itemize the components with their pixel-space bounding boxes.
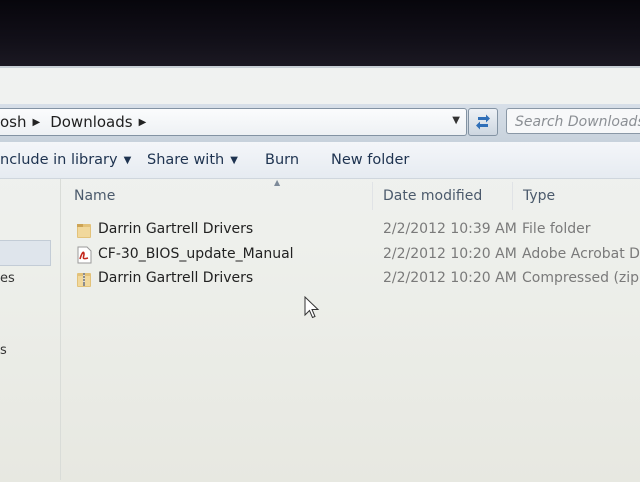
file-type: Adobe Acrobat D... [522,246,640,262]
breadcrumb-downloads-label: Downloads [50,113,133,131]
include-in-library-button[interactable]: nclude in library ▼ [0,152,131,168]
nav-item-selected[interactable] [0,240,51,266]
breadcrumb-downloads[interactable]: Downloads ▶ [50,113,156,131]
navigation-pane: es s [0,179,61,480]
refresh-button[interactable] [468,108,498,136]
share-with-button[interactable]: Share with ▼ [147,152,238,168]
mouse-pointer-icon [304,296,320,319]
file-type: Compressed (zipp... [522,270,640,286]
file-row[interactable]: Darrin Gartrell Drivers 2/2/2012 10:20 A… [60,268,640,292]
address-bar[interactable]: osh ▶ Downloads ▶ ▼ [0,108,467,136]
pdf-icon [77,246,92,264]
column-divider[interactable] [372,182,373,210]
breadcrumb-user[interactable]: osh ▶ [0,113,50,131]
monitor-bezel [0,0,640,70]
chevron-down-icon: ▼ [123,155,132,166]
file-type: File folder [522,221,591,237]
column-header-name[interactable]: Name [74,188,115,204]
refresh-icon [476,114,490,130]
sort-ascending-icon: ▲ [274,178,281,187]
file-date: 2/2/2012 10:39 AM [383,221,517,237]
file-date: 2/2/2012 10:20 AM [383,246,517,262]
nav-item-label[interactable]: s [0,343,7,358]
share-with-label: Share with [147,152,225,168]
file-name: CF-30_BIOS_update_Manual [98,246,294,262]
folder-icon [77,224,91,238]
file-name: Darrin Gartrell Drivers [98,221,254,237]
file-row[interactable]: Darrin Gartrell Drivers 2/2/2012 10:39 A… [60,219,640,243]
file-name: Darrin Gartrell Drivers [98,270,254,286]
column-header-date[interactable]: Date modified [383,188,482,204]
breadcrumb-arrow-icon[interactable]: ▶ [33,117,41,128]
new-folder-button[interactable]: New folder [331,152,409,168]
breadcrumb-arrow-icon[interactable]: ▶ [139,117,147,128]
column-headers: ▲ Name Date modified Type [60,178,640,212]
search-input[interactable]: Search Downloads [506,108,640,134]
breadcrumb-user-label: osh [0,113,27,131]
nav-item-label[interactable]: es [0,271,15,286]
file-date: 2/2/2012 10:20 AM [383,270,517,286]
chevron-down-icon[interactable]: ▼ [452,115,460,126]
burn-button[interactable]: Burn [265,152,299,168]
zip-folder-icon [77,273,91,287]
file-row[interactable]: CF-30_BIOS_update_Manual 2/2/2012 10:20 … [60,244,640,268]
chevron-down-icon: ▼ [230,155,238,166]
include-in-library-label: nclude in library [0,152,118,168]
column-divider[interactable] [512,182,513,210]
column-header-type[interactable]: Type [523,188,555,204]
command-toolbar: nclude in library ▼ Share with ▼ Burn New … [0,142,640,179]
